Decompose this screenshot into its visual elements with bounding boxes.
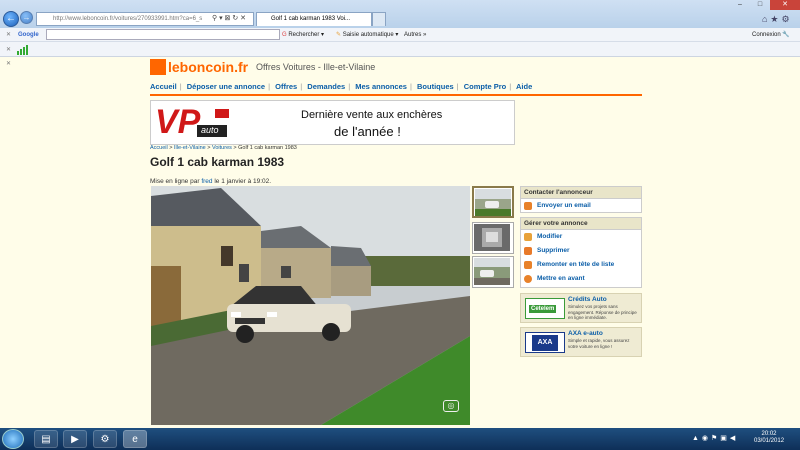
thumbnail-3[interactable] [472, 256, 514, 288]
ad-title: Golf 1 cab karman 1983 [150, 155, 285, 169]
signal-icon [17, 45, 29, 55]
breadcrumb-current: Golf 1 cab karman 1983 [238, 145, 297, 151]
delete-link[interactable]: Supprimer [521, 244, 641, 258]
manage-panel: Gérer votre annonce Modifier Supprimer R… [520, 217, 642, 288]
system-tray[interactable]: ▲◉⚑▣◀ [692, 434, 738, 442]
page-section-title: Offres Voitures - Ille-et-Vilaine [256, 62, 376, 72]
site-logo[interactable]: leboncoin.fr [150, 58, 248, 76]
rechercher-button[interactable]: G Rechercher ▾ [282, 28, 324, 42]
forward-button[interactable]: → [20, 11, 33, 24]
start-button[interactable] [2, 429, 24, 449]
thumbnail-1[interactable] [472, 186, 514, 218]
promo-title: AXA e-auto [568, 330, 603, 337]
breadcrumb-category[interactable]: Voitures [212, 145, 232, 151]
saisie-auto-button[interactable]: ✎ Saisie automatique ▾ [336, 28, 398, 42]
explorer-taskbar-icon[interactable]: ▤ [34, 430, 58, 448]
nav-compte-pro[interactable]: Compte Pro [464, 82, 507, 91]
promo-desc: Simulez vos projets sans engagement. Rép… [568, 304, 637, 320]
minimize-button[interactable]: – [730, 0, 750, 10]
bump-link[interactable]: Remonter en tête de liste [521, 258, 641, 272]
pencil-icon: ✎ [336, 32, 342, 38]
pencil-icon [524, 233, 532, 241]
posted-info: Mise en ligne par fred le 1 janvier à 19… [150, 178, 272, 185]
banner-line2: de l'année ! [334, 124, 401, 139]
google-search-input[interactable] [46, 29, 280, 40]
maximize-button[interactable]: □ [750, 0, 770, 10]
banner-line1: Dernière vente aux enchères [301, 109, 443, 121]
tab-active[interactable]: Golf 1 cab karman 1983 Voi... [256, 12, 372, 26]
trash-icon [524, 247, 532, 255]
nav-boutiques[interactable]: Boutiques [417, 82, 454, 91]
author-link[interactable]: fred [201, 178, 212, 185]
promo-credits-auto[interactable]: Cetelem Crédits Auto Simulez vos projets… [520, 293, 642, 323]
thumbnail-2[interactable] [472, 222, 514, 254]
ad-banner[interactable]: VP auto Dernière vente aux enchères de l… [150, 100, 515, 145]
window-controls: – □ ✕ [730, 0, 800, 10]
arrow-up-icon [524, 261, 532, 269]
modify-link[interactable]: Modifier [521, 230, 641, 244]
send-email-link[interactable]: Envoyer un email [521, 199, 641, 213]
autres-button[interactable]: Autres » [404, 28, 426, 42]
cetelem-logo: Cetelem [525, 298, 565, 319]
logo-box-icon [150, 59, 166, 75]
vpauto-logo: VP auto [153, 103, 239, 143]
promo-axa[interactable]: AXA AXA e-auto Simple et rapide, vous as… [520, 327, 642, 357]
promo-desc: Simple et rapide, vous assurez votre voi… [568, 338, 630, 349]
axa-logo: AXA [525, 332, 565, 353]
nav-aide[interactable]: Aide [516, 82, 532, 91]
breadcrumb-region[interactable]: Ille-et-Vilaine [174, 145, 206, 151]
main-nav: Accueil | Déposer une annonce | Offres | De… [150, 82, 642, 96]
main-photo[interactable]: ◎ [151, 186, 470, 425]
nav-demandes[interactable]: Demandes [307, 82, 345, 91]
media-taskbar-icon[interactable]: ▶ [63, 430, 87, 448]
new-tab-button[interactable] [372, 12, 386, 26]
taskbar-clock[interactable]: 20:02 03/01/2012 [754, 431, 784, 445]
nav-deposer[interactable]: Déposer une annonce [187, 82, 265, 91]
breadcrumb-accueil[interactable]: Accueil [150, 145, 168, 151]
secondary-toolbar [0, 42, 800, 57]
taskbar [0, 428, 800, 450]
nav-offres[interactable]: Offres [275, 82, 297, 91]
address-bar-icons[interactable]: ⚲ ▾ ⊠ ↻ ✕ [212, 12, 246, 26]
toolbar3-close-icon[interactable]: ✕ [6, 60, 11, 67]
highlight-link[interactable]: Mettre en avant [521, 272, 641, 286]
google-label: Google [18, 32, 39, 38]
breadcrumb: Accueil > Ille-et-Vilaine > Voitures > G… [150, 145, 297, 151]
network-taskbar-icon[interactable]: ⚙ [93, 430, 117, 448]
camera-icon: ◎ [443, 400, 459, 412]
nav-accueil[interactable]: Accueil [150, 82, 177, 91]
toolbar-close-icon[interactable]: ✕ [6, 28, 11, 42]
back-button[interactable]: ← [3, 11, 19, 27]
tab-label: Golf 1 cab karman 1983 Voi... [271, 16, 351, 22]
connexion-button[interactable]: Connexion 🔧 [752, 28, 790, 42]
manage-panel-header: Gérer votre annonce [521, 218, 641, 230]
close-button[interactable]: ✕ [770, 0, 800, 10]
star-icon [524, 275, 532, 283]
contact-panel-header: Contacter l'annonceur [521, 187, 641, 199]
ie-taskbar-icon[interactable]: e [123, 430, 147, 448]
envelope-icon [524, 202, 532, 210]
contact-panel: Contacter l'annonceur Envoyer un email [520, 186, 642, 213]
nav-mes-annonces[interactable]: Mes annonces [355, 82, 407, 91]
google-g-icon: G [282, 32, 287, 38]
toolbar2-close-icon[interactable]: ✕ [6, 43, 11, 57]
promo-title: Crédits Auto [568, 296, 607, 303]
browser-icons[interactable]: ⌂★⚙ [762, 14, 793, 25]
